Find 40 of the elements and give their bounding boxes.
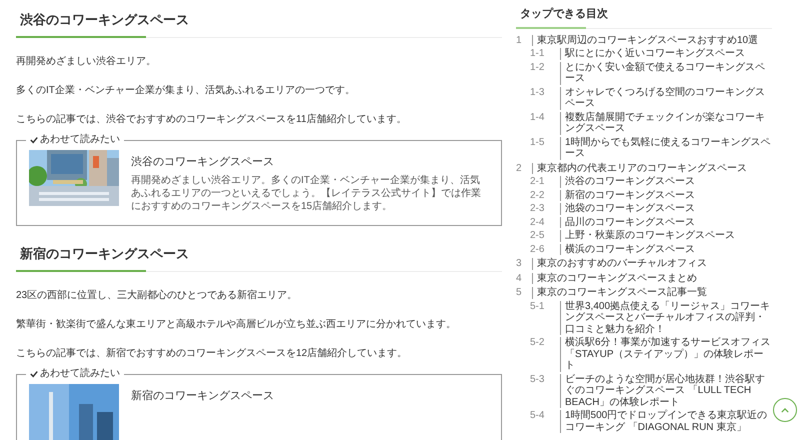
paragraph: 多くのIT企業・ベンチャー企業が集まり、活気あふれるエリアの一つです。 bbox=[16, 84, 356, 96]
toc-link[interactable]: 5-2 横浜駅6分！事業が加速するサービスオフィス「STAYUP（ステイアップ）」の体験レポート bbox=[516, 337, 772, 372]
toc-link[interactable]: 2-2 新宿のコワーキングスペース bbox=[516, 190, 772, 201]
toc-link[interactable]: 5-3 ビーチのような空間が居心地抜群！渋谷駅すぐのコワーキングスペース 「LULL TECH BEACH」の体験レポート bbox=[516, 374, 772, 408]
related-article-card[interactable]: あわせて読みたい 渋谷のコワーキングスペース 再開発めざましい渋谷エリア。多くのIT企業・ベンチャー企業が集まり、活気あふれるエリアの一つといえるでしょう。【レイテラス公式サイト】では作業におすすめのコワーキングスペースを15店舗紹介します。 bbox=[16, 134, 502, 226]
related-label: あわせて読みたい bbox=[40, 134, 120, 146]
toc-link[interactable]: 1-3 オシャレでくつろげる空間のコワーキングスペース bbox=[516, 86, 772, 110]
toc-link[interactable]: 3 東京のおすすめのバーチャルオフィス bbox=[516, 258, 772, 270]
related-article-title: 渋谷のコワーキングスペース bbox=[131, 154, 275, 170]
toc-link[interactable]: 2-4 品川のコワーキングスペース bbox=[516, 216, 772, 228]
toc-link[interactable]: 1-1 駅にとにかく近いコワーキングスペース bbox=[516, 48, 772, 60]
toc-link[interactable]: 2-5 上野・秋葉原のコワーキングスペース bbox=[516, 230, 772, 242]
toc-link[interactable]: 1-4 複数店舗展開でチェックインが楽なコワーキングスペース bbox=[516, 112, 772, 134]
toc-link[interactable]: 2-6 横浜のコワーキングスペース bbox=[516, 244, 772, 255]
caret-up-icon bbox=[781, 408, 789, 412]
related-article-title: 新宿のコワーキングスペース bbox=[131, 388, 274, 404]
toc-link[interactable]: 1-2 とにかく安い金額で使えるコワーキングスペース bbox=[516, 62, 772, 84]
related-article-card[interactable]: あわせて読みたい 新宿のコワーキングスペース bbox=[16, 368, 502, 440]
paragraph: 繁華街・歓楽街で盛んな東エリアと高級ホテルや高層ビルが立ち並ぶ西エリアに分かれています。 bbox=[16, 318, 457, 330]
toc-link[interactable]: 5-4 1時間500円でドロップインできる東京駅近のコワーキング 「DIAGONAL RUN 東京」 bbox=[516, 410, 772, 433]
section-heading: 渋谷のコワーキングスペース bbox=[20, 11, 190, 29]
toc-link[interactable]: 2-3 池袋のコワーキングスペース bbox=[516, 203, 772, 214]
toc-link[interactable]: 4 東京のコワーキングスペースまとめ bbox=[516, 272, 772, 284]
toc-link[interactable]: 5 東京のコワーキングスペース記事一覧 bbox=[516, 287, 772, 298]
toc-link[interactable]: 2-1 渋谷のコワーキングスペース bbox=[516, 176, 772, 188]
toc-title: タップできる目次 bbox=[520, 6, 609, 22]
paragraph: こちらの記事では、新宿でおすすめのコワーキングスペースを12店舗紹介しています。 bbox=[16, 348, 408, 360]
paragraph: こちらの記事では、渋谷でおすすめのコワーキングスペースを11店舗紹介しています。 bbox=[16, 114, 408, 126]
toc-link[interactable]: 1-5 1時間からでも気軽に使えるコワーキングスペース bbox=[516, 136, 772, 160]
toc-link[interactable]: 5-1 世界3,400拠点使える「リージャス」コワーキングスペースとバーチャルオフィスの評判・口コミと魅力を紹介！ bbox=[516, 300, 772, 335]
scroll-to-top-button[interactable] bbox=[773, 398, 797, 422]
paragraph: 23区の西部に位置し、三大副都心のひとつである新宿エリア。 bbox=[16, 290, 298, 302]
related-article-description: 再開発めざましい渋谷エリア。多くのIT企業・ベンチャー企業が集まり、活気あふれるエリアの一つといえるでしょう。【レイテラス公式サイト】では作業におすすめのコワーキングスペースを15店舗紹介します。 bbox=[131, 174, 482, 213]
paragraph: 再開発めざましい渋谷エリア。 bbox=[16, 56, 157, 68]
check-icon bbox=[30, 136, 38, 144]
check-icon bbox=[30, 370, 38, 378]
toc-link[interactable]: 2 東京都内の代表エリアのコワーキングスペース bbox=[516, 162, 772, 174]
toc-link[interactable]: 1 東京駅周辺のコワーキングスペースおすすめ10選 bbox=[516, 34, 772, 46]
related-label: あわせて読みたい bbox=[40, 368, 120, 380]
section-heading: 新宿のコワーキングスペース bbox=[20, 245, 190, 263]
